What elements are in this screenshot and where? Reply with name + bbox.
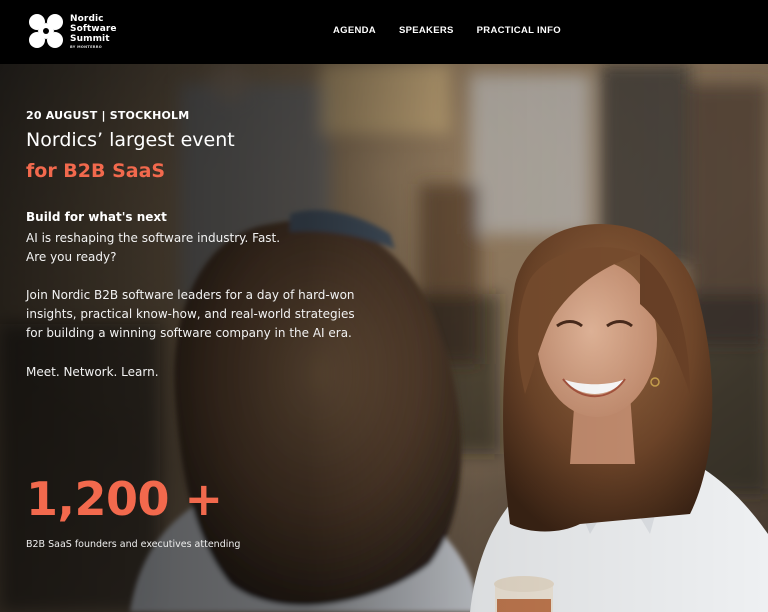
nav-practical-info[interactable]: PRACTICAL INFO	[477, 25, 561, 36]
paragraph-2-line: for building a winning software company …	[26, 326, 352, 340]
paragraph-2-line: insights, practical know-how, and real-w…	[26, 307, 355, 321]
logo-line-2: Software	[70, 24, 117, 34]
paragraph-2-line: Join Nordic B2B software leaders for a d…	[26, 288, 355, 302]
nav-agenda[interactable]: AGENDA	[333, 25, 376, 36]
paragraph-1-line: AI is reshaping the software industry. F…	[26, 231, 281, 245]
event-date-location: 20 AUGUST | STOCKHOLM	[26, 109, 190, 122]
logo-subtitle: BY MONTERRO	[70, 45, 103, 49]
hero-lead: Build for what's next	[26, 210, 167, 224]
attendee-count: 1,200 +	[26, 472, 223, 526]
site-header: Nordic Software Summit BY MONTERRO AGEND…	[0, 0, 768, 64]
main-nav: AGENDA SPEAKERS PRACTICAL INFO	[333, 25, 584, 36]
hero-title-line-1: Nordics’ largest event	[26, 129, 235, 151]
logo-mark-icon	[29, 14, 63, 48]
hero-section: 20 AUGUST | STOCKHOLM Nordics’ largest e…	[0, 64, 768, 612]
logo-line-3: Summit	[70, 34, 110, 44]
paragraph-1-line: Are you ready?	[26, 250, 117, 264]
site-logo[interactable]: Nordic Software Summit BY MONTERRO	[28, 12, 128, 52]
attendee-count-label: B2B SaaS founders and executives attendi…	[26, 539, 241, 550]
hero-paragraph-2: Join Nordic B2B software leaders for a d…	[26, 286, 355, 343]
logo-wordmark: Nordic Software Summit	[70, 14, 117, 44]
hero-title-line-2: for B2B SaaS	[26, 160, 166, 182]
nav-speakers[interactable]: SPEAKERS	[399, 25, 454, 36]
hero-paragraph-1: AI is reshaping the software industry. F…	[26, 229, 280, 267]
hero-tagline: Meet. Network. Learn.	[26, 365, 159, 379]
logo-line-1: Nordic	[70, 14, 104, 24]
